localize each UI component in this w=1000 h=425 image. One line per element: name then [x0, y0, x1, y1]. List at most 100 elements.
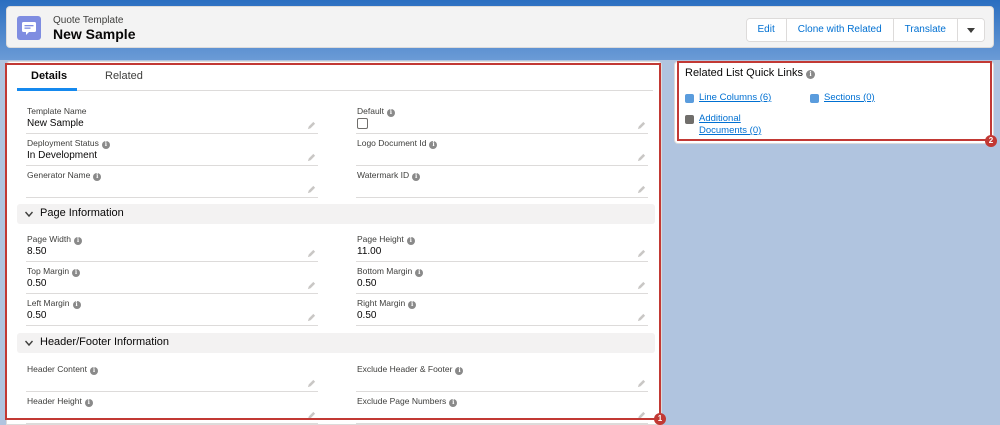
- edit-pencil-icon[interactable]: [637, 379, 646, 388]
- edit-pencil-icon[interactable]: [307, 281, 316, 290]
- edit-pencil-icon[interactable]: [637, 313, 646, 322]
- record-header: Quote Template New Sample Edit Clone wit…: [6, 6, 994, 48]
- edit-pencil-icon[interactable]: [637, 249, 646, 258]
- translate-button[interactable]: Translate: [893, 19, 958, 41]
- field-value: 0.50: [357, 278, 377, 289]
- field-header-content: Header Content i: [26, 362, 318, 392]
- edit-pencil-icon[interactable]: [307, 249, 316, 258]
- info-icon[interactable]: i: [455, 367, 464, 375]
- field-deployment-status: Deployment Status i In Development: [26, 136, 318, 166]
- field-value: 0.50: [27, 310, 47, 321]
- details-card: Details Related Template Name New Sample…: [6, 61, 662, 425]
- edit-pencil-icon[interactable]: [637, 153, 646, 162]
- quote-template-icon: [17, 16, 41, 40]
- info-icon[interactable]: i: [93, 173, 102, 181]
- line-columns-icon: [685, 94, 694, 103]
- field-default: Default i: [356, 104, 648, 134]
- action-button-group: Edit Clone with Related Translate: [745, 18, 985, 42]
- info-icon[interactable]: i: [386, 109, 395, 117]
- edit-button[interactable]: Edit: [746, 19, 787, 41]
- section-header-header-footer-information[interactable]: Header/Footer Information: [17, 333, 655, 353]
- field-logo-document-id: Logo Document Id i: [356, 136, 648, 166]
- field-label: Watermark ID i: [357, 170, 421, 181]
- field-value: 11.00: [357, 246, 382, 257]
- info-icon[interactable]: i: [429, 141, 438, 149]
- tab-bar: Details Related: [17, 65, 653, 91]
- info-icon[interactable]: i: [84, 399, 93, 407]
- quick-links-title: Related List Quick Links i: [685, 67, 815, 79]
- section-title: Page Information: [40, 207, 124, 219]
- active-tab-indicator: [17, 88, 77, 91]
- edit-pencil-icon[interactable]: [637, 411, 646, 420]
- info-icon[interactable]: i: [101, 141, 110, 149]
- field-page-width: Page Width i 8.50: [26, 232, 318, 262]
- info-icon[interactable]: i: [806, 70, 815, 79]
- info-icon[interactable]: i: [72, 269, 81, 277]
- field-value: New Sample: [27, 118, 84, 129]
- info-icon[interactable]: i: [449, 399, 458, 407]
- section-header-page-information[interactable]: Page Information: [17, 204, 655, 224]
- field-header-height: Header Height i: [26, 394, 318, 424]
- field-generator-name: Generator Name i: [26, 168, 318, 198]
- field-label: Exclude Page Numbers i: [357, 396, 458, 407]
- field-label: Page Width i: [27, 234, 82, 245]
- field-label: Right Margin i: [357, 298, 417, 309]
- annotation-badge-2: 2: [985, 135, 997, 147]
- field-label: Top Margin i: [27, 266, 81, 277]
- object-type-label: Quote Template: [53, 15, 124, 26]
- clone-with-related-button[interactable]: Clone with Related: [786, 19, 894, 41]
- info-icon[interactable]: i: [408, 301, 417, 309]
- field-right-margin: Right Margin i 0.50: [356, 296, 648, 326]
- section-title: Header/Footer Information: [40, 336, 170, 348]
- field-exclude-header-footer: Exclude Header & Footer i: [356, 362, 648, 392]
- edit-pencil-icon[interactable]: [307, 313, 316, 322]
- field-template-name: Template Name New Sample: [26, 104, 318, 134]
- edit-pencil-icon[interactable]: [637, 121, 646, 130]
- edit-pencil-icon[interactable]: [307, 121, 316, 130]
- edit-pencil-icon[interactable]: [307, 379, 316, 388]
- field-label: Default i: [357, 106, 395, 117]
- tab-related[interactable]: Related: [105, 70, 143, 82]
- related-list-quick-links-card: Related List Quick Links i Line Columns (…: [674, 61, 994, 144]
- edit-pencil-icon[interactable]: [637, 185, 646, 194]
- quick-link-sections[interactable]: Sections (0): [824, 92, 875, 104]
- tab-details[interactable]: Details: [31, 70, 67, 82]
- field-label: Logo Document Id i: [357, 138, 438, 149]
- field-left-margin: Left Margin i 0.50: [26, 296, 318, 326]
- field-value: 0.50: [357, 310, 377, 321]
- field-label: Left Margin i: [27, 298, 81, 309]
- field-exclude-page-numbers: Exclude Page Numbers i: [356, 394, 648, 424]
- record-title: New Sample: [53, 26, 136, 42]
- info-icon[interactable]: i: [90, 367, 99, 375]
- edit-pencil-icon[interactable]: [307, 153, 316, 162]
- field-label: Generator Name i: [27, 170, 102, 181]
- chevron-down-icon: [967, 28, 975, 33]
- attachment-icon: [685, 115, 694, 124]
- info-icon[interactable]: i: [72, 301, 81, 309]
- more-actions-button[interactable]: [958, 19, 984, 41]
- field-value: 0.50: [27, 278, 47, 289]
- field-label: Header Height i: [27, 396, 93, 407]
- quick-link-line-columns[interactable]: Line Columns (6): [699, 92, 771, 104]
- edit-pencil-icon[interactable]: [307, 185, 316, 194]
- field-label: Page Height i: [357, 234, 415, 245]
- chevron-down-icon: [25, 211, 33, 218]
- field-value: In Development: [27, 150, 98, 161]
- quick-link-additional-documents[interactable]: Additional Documents (0): [699, 113, 761, 137]
- field-label: Deployment Status i: [27, 138, 110, 149]
- edit-pencil-icon[interactable]: [637, 281, 646, 290]
- field-label: Template Name: [27, 106, 87, 116]
- field-label: Header Content i: [27, 364, 99, 375]
- info-icon[interactable]: i: [412, 173, 421, 181]
- info-icon[interactable]: i: [406, 237, 415, 245]
- info-icon[interactable]: i: [415, 269, 424, 277]
- sections-icon: [810, 94, 819, 103]
- field-value: 8.50: [27, 246, 47, 257]
- info-icon[interactable]: i: [73, 237, 82, 245]
- chevron-down-icon: [25, 340, 33, 347]
- default-checkbox[interactable]: [357, 118, 368, 129]
- field-label: Exclude Header & Footer i: [357, 364, 464, 375]
- field-label: Bottom Margin i: [357, 266, 424, 277]
- edit-pencil-icon[interactable]: [307, 411, 316, 420]
- quick-link-label-line: Additional: [699, 113, 741, 124]
